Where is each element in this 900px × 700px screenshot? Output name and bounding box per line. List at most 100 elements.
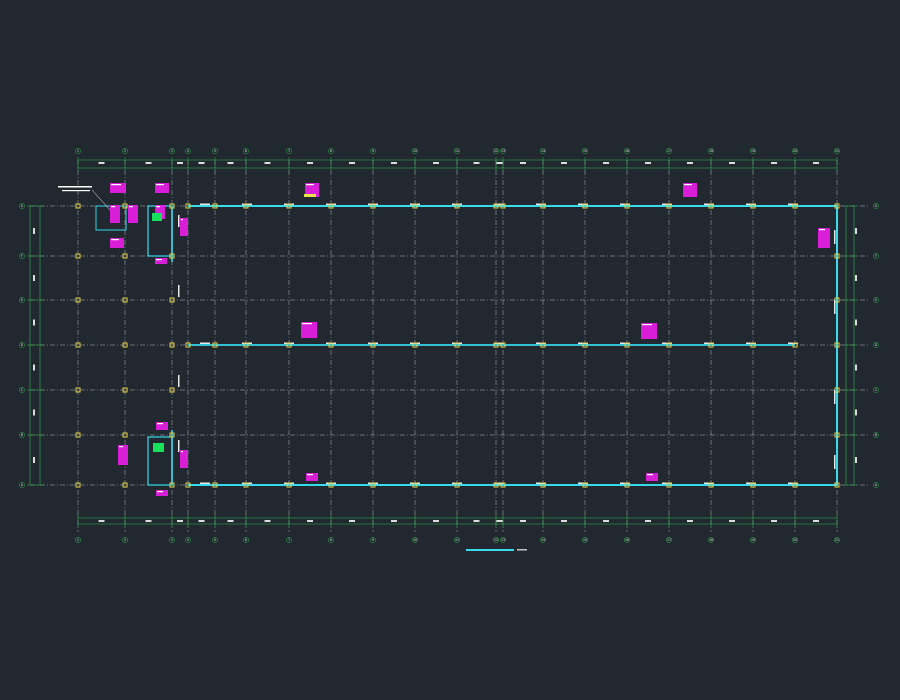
grid-label-y: B	[875, 433, 877, 437]
dimension-text	[264, 162, 271, 164]
annotation-text	[647, 474, 653, 476]
annotation-text	[684, 184, 692, 186]
grid-label-x: 1	[77, 538, 79, 542]
annotation-text	[111, 206, 115, 208]
dimension-text	[307, 520, 313, 522]
dimension-text	[227, 520, 234, 522]
dimension-text	[855, 457, 857, 463]
wall-label	[834, 300, 836, 314]
dimension-text	[729, 162, 735, 164]
grid-label-x: 7	[288, 149, 290, 153]
dimension-text	[520, 520, 526, 522]
dimension-text	[813, 520, 819, 522]
dimension-text	[855, 275, 857, 281]
grid-label-y: B	[21, 433, 23, 437]
dimension-text	[349, 162, 355, 164]
dimension-text	[98, 162, 105, 164]
grid-label-x: 2	[124, 149, 126, 153]
annotation-tag	[180, 450, 188, 468]
dimension-text	[227, 162, 234, 164]
annotation-text	[302, 323, 312, 325]
grid-label-x: 19	[751, 538, 755, 542]
dimension-text	[391, 162, 397, 164]
beam-label	[200, 342, 210, 344]
dimension-text	[855, 319, 857, 326]
stair-fill	[153, 443, 164, 452]
grid-label-x: 19	[751, 149, 755, 153]
dimension-text	[33, 275, 35, 281]
grid-label-x: 14	[541, 538, 545, 542]
annotation-text	[129, 206, 133, 208]
grid-label-x: 17	[667, 149, 671, 153]
wall-label	[178, 440, 180, 452]
dimension-text	[496, 162, 503, 164]
annotation-text	[111, 239, 119, 241]
grid-label-x: 13	[501, 538, 505, 542]
wall-label	[178, 285, 180, 297]
dimension-text	[645, 520, 651, 522]
dimension-text	[198, 162, 205, 164]
dimension-text	[855, 409, 857, 416]
grid-label-x: 21	[835, 538, 839, 542]
dimension-text	[813, 162, 819, 164]
grid-label-x: 11	[455, 538, 459, 542]
grid-label-x: 3	[171, 538, 173, 542]
dimension-text	[771, 520, 777, 522]
drawing-title-mark	[466, 549, 514, 551]
grid-label-x: 17	[667, 538, 671, 542]
grid-label-x: 12	[494, 149, 498, 153]
grid-label-y: G	[21, 204, 24, 208]
dimension-text	[729, 520, 735, 522]
annotation-tag	[301, 322, 317, 338]
dimension-text	[145, 162, 152, 164]
grid-label-x: 5	[214, 149, 216, 153]
annotation-tag	[156, 490, 168, 496]
grid-label-x: 2	[124, 538, 126, 542]
grid-label-x: 16	[625, 538, 629, 542]
structural-plan-drawing: 1122334455667788991010111112121313141415…	[19, 148, 879, 551]
dimension-text	[473, 520, 480, 522]
dimension-text	[349, 520, 355, 522]
dimension-text	[307, 162, 313, 164]
annotation-text	[306, 184, 314, 186]
beam-label	[200, 482, 210, 484]
wall-label	[834, 455, 836, 469]
leader-note	[56, 184, 92, 193]
dimension-text	[603, 520, 609, 522]
grid-label-y: F	[875, 254, 877, 258]
annotation-text	[819, 229, 825, 231]
dimension-text	[433, 162, 439, 164]
dimension-text	[433, 520, 439, 522]
annotation-tag	[818, 228, 830, 248]
grid-label-x: 10	[413, 149, 417, 153]
grid-label-y: E	[21, 298, 23, 302]
dimension-text	[687, 162, 693, 164]
dimension-text	[177, 162, 183, 164]
grid-label-x: 9	[372, 149, 374, 153]
dimension-text	[98, 520, 105, 522]
annotation-text	[111, 184, 121, 186]
dimension-text	[264, 520, 271, 522]
annotation-text	[156, 206, 160, 208]
annotation-text	[119, 446, 123, 448]
dimension-text	[855, 364, 857, 371]
grid-label-x: 4	[187, 538, 189, 542]
wall-label	[834, 390, 836, 404]
grid-label-x: 18	[709, 149, 713, 153]
beam-label	[200, 203, 210, 205]
grid-label-x: 21	[835, 149, 839, 153]
grid-label-x: 13	[501, 149, 505, 153]
dimension-text	[33, 319, 35, 326]
dimension-text	[645, 162, 651, 164]
grid-label-x: 12	[494, 538, 498, 542]
annotation-tag	[155, 258, 167, 264]
grid-label-x: 20	[793, 538, 797, 542]
annotation-tag	[641, 323, 657, 339]
dimension-text	[177, 520, 183, 522]
annotation-text	[156, 184, 164, 186]
wall-label	[834, 230, 836, 244]
grid-label-x: 6	[245, 149, 247, 153]
dimension-text	[473, 162, 480, 164]
dimension-text	[198, 520, 205, 522]
grid-label-x: 8	[330, 538, 332, 542]
